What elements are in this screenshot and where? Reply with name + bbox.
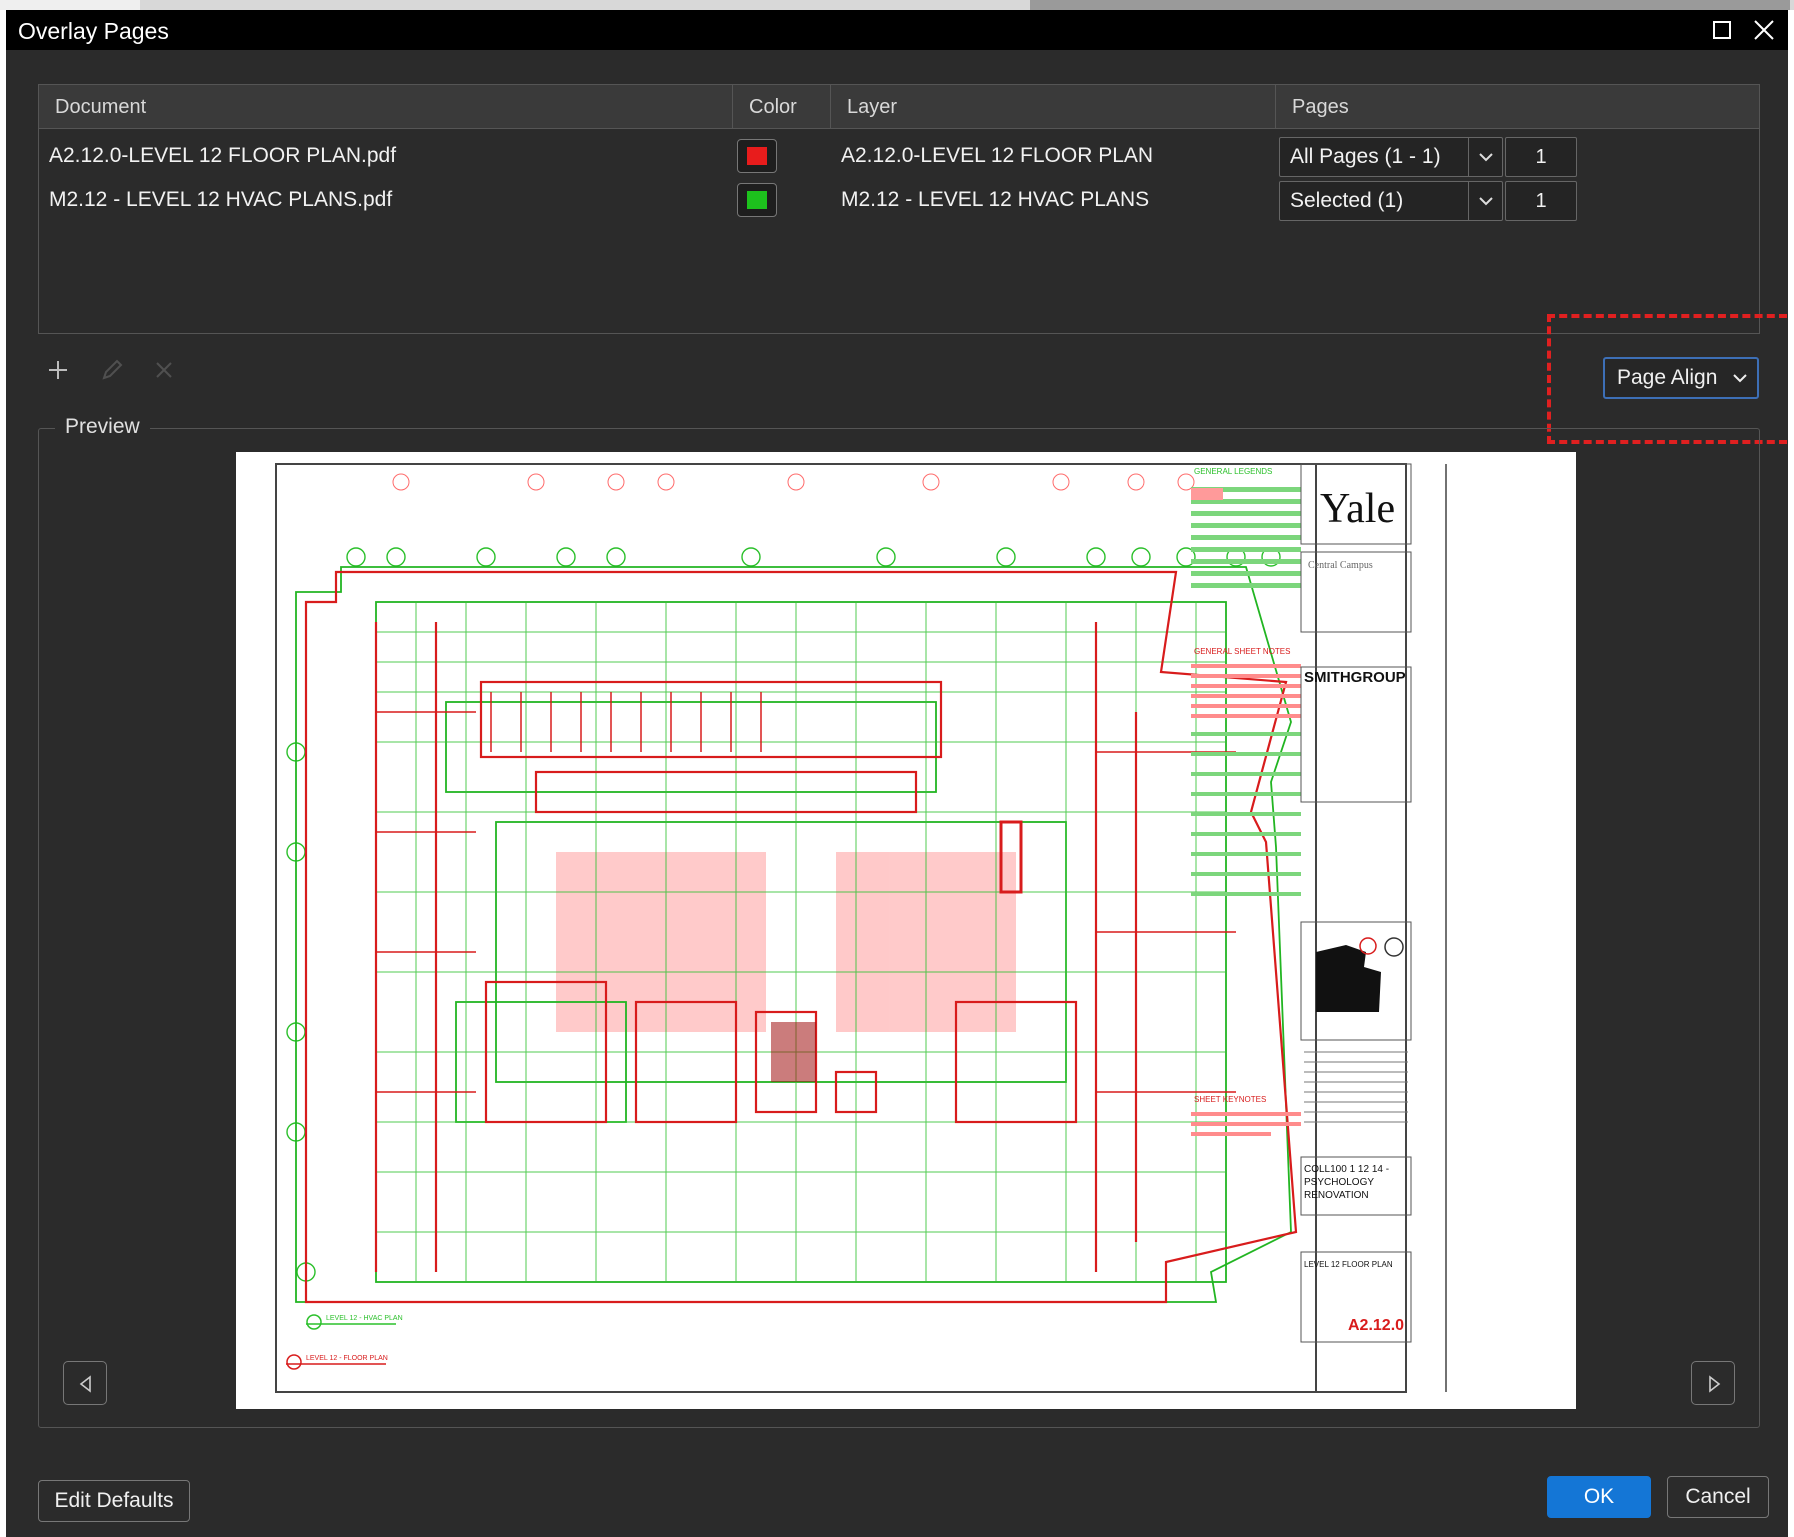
maximize-button[interactable] xyxy=(1704,14,1740,46)
page-number-field[interactable]: 1 xyxy=(1505,137,1577,177)
color-swatch xyxy=(747,147,767,165)
triangle-left-icon xyxy=(79,1375,91,1393)
sheet-number: A2.12.0 xyxy=(1348,1317,1404,1334)
column-header-pages[interactable]: Pages xyxy=(1276,85,1761,129)
chevron-down-icon xyxy=(1468,182,1502,220)
column-header-document[interactable]: Document xyxy=(39,85,733,129)
plus-icon xyxy=(49,361,67,379)
sheet-keynotes-heading: SHEET KEYNOTES xyxy=(1194,1095,1266,1104)
project-title-line-2: PSYCHOLOGY xyxy=(1304,1177,1374,1188)
edit-document-button[interactable] xyxy=(98,356,126,384)
overlay-documents-table: Document Color Layer Pages A2.12.0-LEVEL… xyxy=(38,84,1760,334)
layer-name: M2.12 - LEVEL 12 HVAC PLANS xyxy=(841,188,1150,211)
title-bar: Overlay Pages xyxy=(6,10,1788,50)
color-swatch-button[interactable] xyxy=(737,183,777,217)
ok-button[interactable]: OK xyxy=(1547,1476,1651,1518)
alignment-dropdown-value: Page Align xyxy=(1617,366,1718,389)
table-row[interactable]: M2.12 - LEVEL 12 HVAC PLANS.pdf M2.12 - … xyxy=(39,175,1759,225)
firm-logo: SMITHGROUP xyxy=(1304,669,1406,686)
pages-dropdown-value: All Pages (1 - 1) xyxy=(1290,145,1441,168)
delete-icon xyxy=(156,362,172,378)
overlay-preview-image[interactable]: GENERAL LEGENDS GENERAL SHEET NOTES SHEE… xyxy=(236,452,1576,1409)
client-logo: Yale xyxy=(1320,486,1395,532)
column-header-layer[interactable]: Layer xyxy=(831,85,1276,129)
drawing-svg: GENERAL LEGENDS GENERAL SHEET NOTES SHEE… xyxy=(275,463,1447,1393)
sheet-title: LEVEL 12 FLOOR PLAN xyxy=(1304,1260,1393,1269)
column-header-color[interactable]: Color xyxy=(733,85,831,129)
layer-name: A2.12.0-LEVEL 12 FLOOR PLAN xyxy=(841,144,1154,167)
table-row[interactable]: A2.12.0-LEVEL 12 FLOOR PLAN.pdf A2.12.0-… xyxy=(39,131,1759,181)
preview-label: Preview xyxy=(55,415,150,439)
overlay-pages-dialog: Overlay Pages Document Color Layer Pages… xyxy=(6,10,1788,1537)
project-title-line-1: COLL100 1 12 14 - xyxy=(1304,1164,1389,1175)
document-name: M2.12 - LEVEL 12 HVAC PLANS.pdf xyxy=(49,188,393,211)
add-document-button[interactable] xyxy=(44,356,72,384)
background-strip xyxy=(0,0,1794,10)
close-icon xyxy=(1754,20,1774,40)
edit-defaults-button[interactable]: Edit Defaults xyxy=(38,1480,190,1522)
cancel-button[interactable]: Cancel xyxy=(1667,1476,1769,1518)
color-swatch-button[interactable] xyxy=(737,139,777,173)
chevron-down-icon xyxy=(1468,138,1502,176)
maximize-icon xyxy=(1713,21,1731,39)
general-legend-heading: GENERAL LEGENDS xyxy=(1194,467,1272,476)
next-page-button[interactable] xyxy=(1691,1361,1735,1405)
dialog-title: Overlay Pages xyxy=(18,18,169,44)
table-header: Document Color Layer Pages xyxy=(39,85,1759,129)
triangle-right-icon xyxy=(1709,1375,1721,1393)
close-button[interactable] xyxy=(1746,14,1782,46)
document-name: A2.12.0-LEVEL 12 FLOOR PLAN.pdf xyxy=(49,144,397,167)
page-number-field[interactable]: 1 xyxy=(1505,181,1577,221)
color-swatch xyxy=(747,191,767,209)
floor-plan-legend-label: LEVEL 12 - FLOOR PLAN xyxy=(306,1355,388,1362)
remove-document-button[interactable] xyxy=(150,356,178,384)
pencil-icon xyxy=(102,359,123,380)
hvac-plan-legend-label: LEVEL 12 - HVAC PLAN xyxy=(326,1315,403,1322)
pages-dropdown[interactable]: All Pages (1 - 1) xyxy=(1279,137,1503,177)
previous-page-button[interactable] xyxy=(63,1361,107,1405)
pages-dropdown-value: Selected (1) xyxy=(1290,189,1404,212)
general-notes-heading: GENERAL SHEET NOTES xyxy=(1194,647,1290,656)
chevron-down-icon xyxy=(1733,374,1747,383)
pages-dropdown[interactable]: Selected (1) xyxy=(1279,181,1503,221)
alignment-dropdown[interactable]: Page Align xyxy=(1603,357,1759,399)
project-title-line-3: RENOVATION xyxy=(1304,1190,1369,1201)
campus-label: Central Campus xyxy=(1308,560,1373,571)
